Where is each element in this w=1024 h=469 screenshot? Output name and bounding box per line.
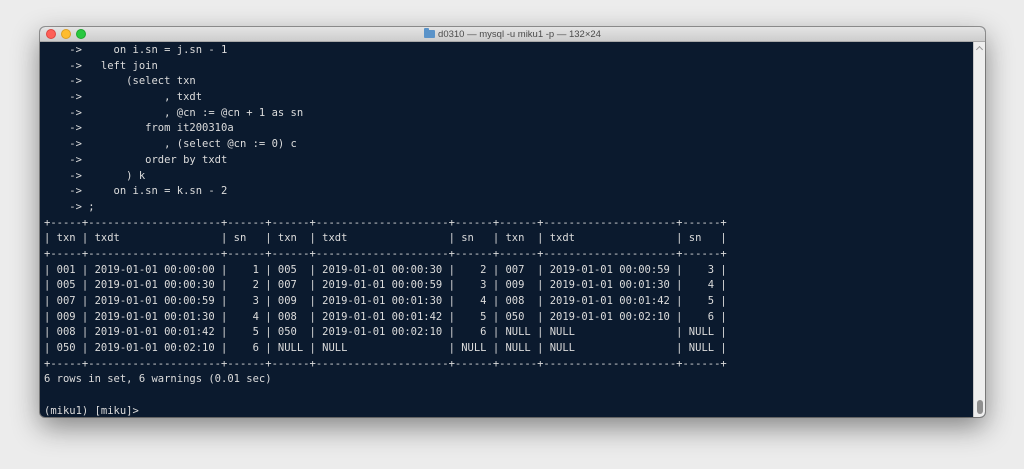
terminal-line: -> ) k [44,169,146,182]
folder-icon [424,28,436,38]
terminal-line: -> , @cn := @cn + 1 as sn [44,106,304,119]
table-row: | 005 | 2019-01-01 00:00:30 | 2 | 007 | … [44,279,727,292]
terminal-line: -> , (select @cn := 0) c [44,138,297,151]
terminal-line: -> , txdt [44,91,203,104]
scroll-thumb[interactable] [977,400,983,414]
terminal-line: -> on i.sn = j.sn - 1 [44,44,228,56]
table-row: | 007 | 2019-01-01 00:00:59 | 3 | 009 | … [44,295,727,307]
window-title: d0310 — mysql -u miku1 -p — 132×24 [438,29,601,40]
terminal-output[interactable]: -> on i.sn = j.sn - 1 -> left join -> (s… [40,42,973,417]
terminal-line: -> left join [44,59,158,72]
table-border: +-----+---------------------+------+----… [44,216,727,229]
table-row: | 008 | 2019-01-01 00:01:42 | 5 | 050 | … [44,326,727,339]
terminal-window: d0310 — mysql -u miku1 -p — 132×24 -> on… [40,27,985,417]
scroll-up-arrow-icon[interactable] [975,45,984,54]
vertical-scrollbar[interactable] [973,42,985,417]
table-header: | txn | txdt | sn | txn | txdt | sn | tx… [44,232,727,245]
table-border: +-----+---------------------+------+----… [44,247,727,260]
table-row: | 050 | 2019-01-01 00:02:10 | 6 | NULL |… [44,342,727,355]
window-title-container: d0310 — mysql -u miku1 -p — 132×24 [40,28,985,40]
result-summary: 6 rows in set, 6 warnings (0.01 sec) [44,373,272,386]
table-row: | 009 | 2019-01-01 00:01:30 | 4 | 008 | … [44,310,727,323]
title-bar[interactable]: d0310 — mysql -u miku1 -p — 132×24 [40,27,985,42]
mysql-prompt[interactable]: (miku1) [miku]> [44,404,973,417]
table-row: | 001 | 2019-01-01 00:00:00 | 1 | 005 | … [44,263,727,276]
terminal-line: -> on i.sn = k.sn - 2 [44,185,228,198]
terminal-line: -> ; [44,200,95,213]
terminal-line: -> (select txn [44,75,196,88]
terminal-line: -> order by txdt [44,153,228,166]
table-border: +-----+---------------------+------+----… [44,357,727,370]
terminal-line: -> from it200310a [44,122,234,135]
